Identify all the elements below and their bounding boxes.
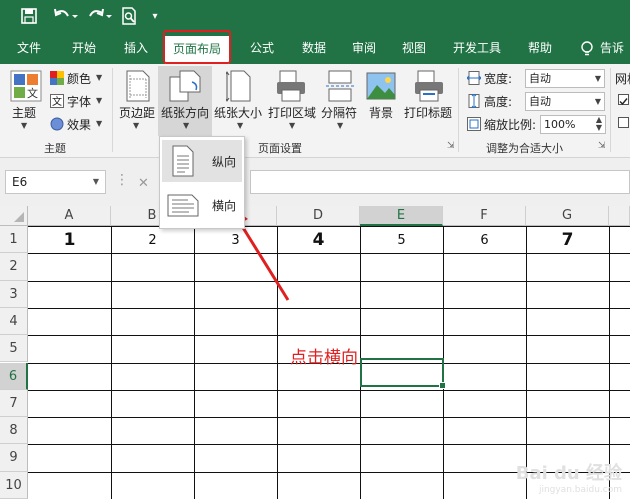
menu-item-landscape[interactable]: 横向 [162,184,242,226]
annotation-text: 点击横向 [290,348,358,368]
orientation-menu: 纵向 横向 [159,136,245,229]
watermark-text: Bai du 经验 [515,463,622,484]
annotation-arrow [229,205,290,301]
landscape-icon [167,194,199,217]
watermark-sub: jingyan.baidu.com [538,485,622,495]
portrait-label: 纵向 [212,155,237,169]
menu-item-portrait[interactable]: 纵向 [162,140,242,182]
portrait-icon [172,145,194,177]
watermark: Bai du 经验 jingyan.baidu.com [516,459,622,495]
landscape-label: 横向 [212,199,237,213]
